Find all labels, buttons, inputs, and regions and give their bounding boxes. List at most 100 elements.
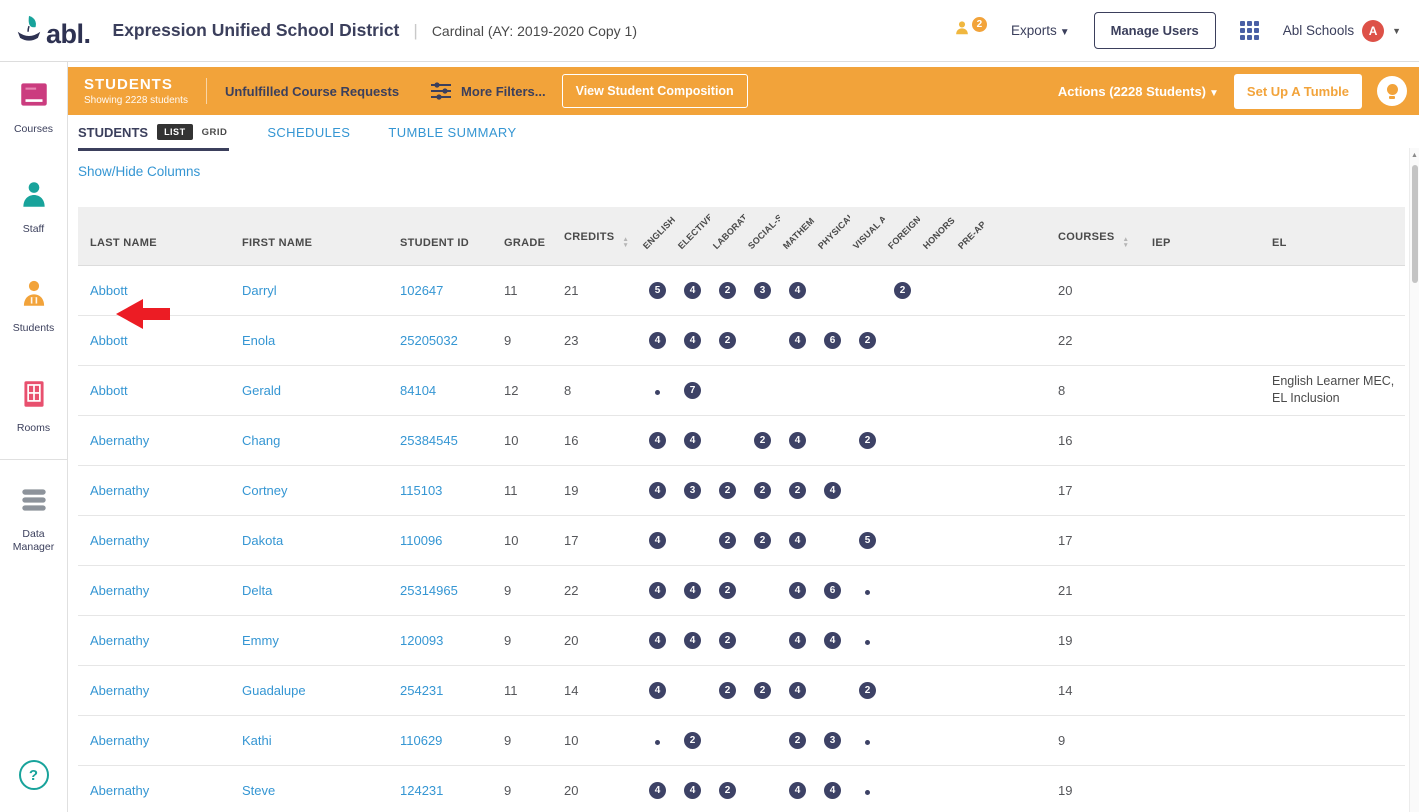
student-id-link[interactable]: 102647 bbox=[400, 283, 443, 298]
user-notification[interactable]: 2 bbox=[953, 19, 987, 42]
actions-dropdown[interactable]: Actions (2228 Students)▼ bbox=[1058, 84, 1219, 99]
subject-count-badge: 4 bbox=[789, 782, 806, 799]
el-cell bbox=[1260, 265, 1405, 315]
tab-students[interactable]: STUDENTS LIST GRID bbox=[78, 116, 229, 151]
student-id-link[interactable]: 84104 bbox=[400, 383, 436, 398]
column-header-mathematics[interactable]: MATHEM bbox=[780, 207, 815, 265]
column-header-foreign[interactable]: FOREIGN bbox=[885, 207, 920, 265]
student-first-name-link[interactable]: Chang bbox=[242, 433, 280, 448]
column-header-last-name[interactable]: LAST NAME bbox=[78, 207, 230, 265]
sidebar-item-staff[interactable]: Staff bbox=[1, 178, 67, 237]
set-up-tumble-button[interactable]: Set Up A Tumble bbox=[1234, 74, 1362, 109]
column-header-elective[interactable]: ELECTIVE bbox=[675, 207, 710, 265]
student-first-name-link[interactable]: Delta bbox=[242, 583, 272, 598]
student-last-name-link[interactable]: Abernathy bbox=[90, 633, 149, 648]
student-id-link[interactable]: 254231 bbox=[400, 683, 443, 698]
column-header-visual-arts[interactable]: VISUAL A bbox=[850, 207, 885, 265]
filters-slider-icon[interactable] bbox=[429, 81, 453, 101]
subject-cell-pre-ap bbox=[955, 615, 990, 665]
subject-cell-pre-ap bbox=[955, 565, 990, 615]
sidebar-item-students[interactable]: Students bbox=[1, 277, 67, 336]
student-last-name-link[interactable]: Abernathy bbox=[90, 783, 149, 798]
column-header-first-name[interactable]: FIRST NAME bbox=[230, 207, 388, 265]
student-last-name-link[interactable]: Abbott bbox=[90, 383, 128, 398]
student-last-name-link[interactable]: Abernathy bbox=[90, 433, 149, 448]
tab-tumble-summary[interactable]: TUMBLE SUMMARY bbox=[388, 125, 516, 151]
student-last-name-link[interactable]: Abernathy bbox=[90, 533, 149, 548]
show-hide-columns-link[interactable]: Show/Hide Columns bbox=[78, 164, 200, 179]
student-id-link[interactable]: 110629 bbox=[400, 733, 442, 748]
student-id-link[interactable]: 110096 bbox=[400, 533, 442, 548]
student-first-name-link[interactable]: Steve bbox=[242, 783, 275, 798]
column-header-physical[interactable]: PHYSICAL bbox=[815, 207, 850, 265]
student-first-name-link[interactable]: Kathi bbox=[242, 733, 272, 748]
table-row: Abernathy Cortney 115103 11 19 4 3 2 2 2… bbox=[78, 465, 1405, 515]
grid-view-toggle[interactable]: GRID bbox=[202, 127, 228, 138]
column-header-grade[interactable]: GRADE bbox=[492, 207, 552, 265]
scrollbar-thumb[interactable] bbox=[1412, 165, 1418, 283]
unfulfilled-requests-filter[interactable]: Unfulfilled Course Requests bbox=[225, 84, 399, 99]
help-lightbulb-button[interactable] bbox=[1377, 76, 1407, 106]
subject-count-badge: 4 bbox=[789, 632, 806, 649]
abl-logo[interactable]: abl. bbox=[14, 13, 91, 48]
subject-cell-mathematics bbox=[780, 365, 815, 415]
sidebar-item-data-manager[interactable]: Data Manager bbox=[1, 483, 67, 555]
student-last-name-link[interactable]: Abbott bbox=[90, 283, 128, 298]
student-id-link[interactable]: 120093 bbox=[400, 633, 443, 648]
student-first-name-link[interactable]: Darryl bbox=[242, 283, 277, 298]
student-id-link[interactable]: 124231 bbox=[400, 783, 443, 798]
column-header-courses[interactable]: COURSES▲▼ bbox=[990, 207, 1140, 265]
subject-cell-social-studies bbox=[745, 365, 780, 415]
app-grid-icon[interactable] bbox=[1240, 21, 1259, 40]
subject-cell-social-studies: 2 bbox=[745, 515, 780, 565]
column-header-honors[interactable]: HONORS bbox=[920, 207, 955, 265]
help-button[interactable]: ? bbox=[19, 760, 49, 790]
subject-cell-english: 4 bbox=[640, 315, 675, 365]
student-id-link[interactable]: 115103 bbox=[400, 483, 442, 498]
column-header-credits[interactable]: CREDITS▲▼ bbox=[552, 207, 640, 265]
student-first-name-link[interactable]: Enola bbox=[242, 333, 275, 348]
exports-dropdown[interactable]: Exports▼ bbox=[1011, 23, 1070, 38]
column-header-social-studies[interactable]: SOCIAL-S bbox=[745, 207, 780, 265]
sidebar-item-rooms[interactable]: Rooms bbox=[1, 377, 67, 436]
toolbar-title-block: STUDENTS Showing 2228 students bbox=[84, 76, 188, 106]
student-id-link[interactable]: 25314965 bbox=[400, 583, 458, 598]
el-cell bbox=[1260, 765, 1405, 812]
column-header-pre-ap[interactable]: PRE-AP bbox=[955, 207, 990, 265]
sort-icon[interactable]: ▲▼ bbox=[1123, 237, 1130, 248]
student-last-name-link[interactable]: Abernathy bbox=[90, 583, 149, 598]
grade-cell: 9 bbox=[492, 715, 552, 765]
subject-count-badge: 2 bbox=[859, 682, 876, 699]
sort-icon[interactable]: ▲▼ bbox=[622, 237, 629, 248]
column-header-el[interactable]: EL bbox=[1260, 207, 1405, 265]
student-last-name-link[interactable]: Abernathy bbox=[90, 733, 149, 748]
student-last-name-link[interactable]: Abernathy bbox=[90, 683, 149, 698]
student-last-name-link[interactable]: Abbott bbox=[90, 333, 128, 348]
manage-users-button[interactable]: Manage Users bbox=[1094, 12, 1216, 49]
student-last-name-link[interactable]: Abernathy bbox=[90, 483, 149, 498]
student-first-name-link[interactable]: Emmy bbox=[242, 633, 279, 648]
notification-count-badge: 2 bbox=[972, 17, 987, 32]
student-first-name-link[interactable]: Dakota bbox=[242, 533, 283, 548]
list-view-toggle[interactable]: LIST bbox=[157, 124, 193, 140]
tab-schedules[interactable]: SCHEDULES bbox=[267, 125, 350, 151]
column-header-student-id[interactable]: STUDENT ID bbox=[388, 207, 492, 265]
student-id-link[interactable]: 25384545 bbox=[400, 433, 458, 448]
student-first-name-link[interactable]: Gerald bbox=[242, 383, 281, 398]
student-first-name-link[interactable]: Guadalupe bbox=[242, 683, 306, 698]
subject-cell-physical bbox=[815, 365, 850, 415]
column-header-english[interactable]: ENGLISH bbox=[640, 207, 675, 265]
column-header-laboratory[interactable]: LABORAT bbox=[710, 207, 745, 265]
courses-cell: 19 bbox=[990, 765, 1140, 812]
subject-cell-honors bbox=[920, 265, 955, 315]
sidebar-item-courses[interactable]: Courses bbox=[1, 78, 67, 137]
column-header-iep[interactable]: IEP bbox=[1140, 207, 1260, 265]
student-id-link[interactable]: 25205032 bbox=[400, 333, 458, 348]
more-filters-link[interactable]: More Filters... bbox=[461, 84, 546, 99]
view-student-composition-button[interactable]: View Student Composition bbox=[562, 74, 748, 108]
scrollbar-up-arrow[interactable]: ▲ bbox=[1410, 148, 1419, 159]
student-first-name-link[interactable]: Cortney bbox=[242, 483, 288, 498]
account-menu[interactable]: Abl Schools A ▼ bbox=[1283, 20, 1401, 42]
subject-cell-physical: 6 bbox=[815, 565, 850, 615]
subject-cell-physical: 6 bbox=[815, 315, 850, 365]
